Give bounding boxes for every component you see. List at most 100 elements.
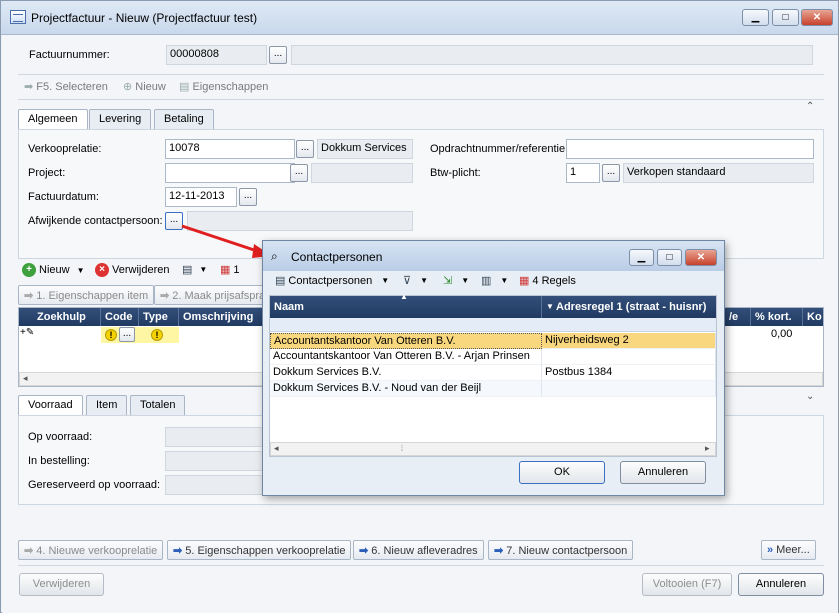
factuur-description-field [291,45,813,65]
step-new-relation-button[interactable]: ➡ 4. Nieuwe verkooprelatie [18,540,164,560]
col-adresregel[interactable]: Adresregel 1 (straat - huisnr) [542,296,716,318]
step-new-delivery-address-button[interactable]: ➡ 6. Nieuw afleveradres [353,540,484,560]
tab-totalen[interactable]: Totalen [130,395,186,415]
warning-icon: ! [105,329,117,341]
contact-row[interactable]: Dokkum Services B.V. - Noud van der Beij… [270,381,716,397]
contacts-grid-header: Naam ▲ Adresregel 1 (straat - huisnr) ▼ [270,292,716,318]
column-dropdown-icon[interactable]: ▼ [546,302,554,311]
lines-delete-button[interactable]: × Verwijderen [95,263,169,277]
delete-button[interactable]: Verwijderen [19,573,104,596]
dropdown-arrow-icon: ▼ [420,276,428,285]
btw-label: Btw-plicht: [430,167,481,179]
contact-address-cell [542,381,716,397]
tab-voorraad[interactable]: Voorraad [18,395,83,416]
maximize-button[interactable]: □ [772,9,799,26]
op-voorraad-label: Op voorraad: [28,431,93,443]
project-input[interactable] [165,163,295,183]
tab-betaling[interactable]: Betaling [154,109,214,129]
contact-row[interactable]: Accountantskantoor Van Otteren B.V. Nijv… [270,333,716,349]
new-button-disabled[interactable]: ⊕ Nieuw [123,80,166,93]
contacts-horizontal-scrollbar[interactable]: ◂ ⦙ ▸ [270,442,716,456]
in-bestelling-label: In bestelling: [28,455,90,467]
factuurnummer-lookup-button[interactable]: ... [269,46,287,64]
arrow-right-icon: ➡ [160,290,170,302]
type-cell[interactable]: ! [139,327,179,343]
btw-lookup-button[interactable]: ... [602,164,620,182]
invoice-app-icon [10,10,26,24]
factuurnummer-field[interactable]: 00000808 [166,45,267,65]
dialog-contacts-button[interactable]: ▤ Contactpersonen ▼ [275,274,390,288]
properties-button[interactable]: ▤ Eigenschappen [179,80,268,93]
collapse-up-icon[interactable]: ⌃ [806,101,814,112]
verkooprelatie-input[interactable]: 10078 [165,139,295,159]
filter-row[interactable] [270,318,716,332]
dialog-close-button[interactable]: ✕ [685,249,717,266]
dialog-filter-button[interactable]: ⊽ ▼ [403,274,428,287]
scroll-thumb-icon[interactable]: ⦙ [401,443,403,454]
opdracht-label: Opdrachtnummer/referentie: [430,143,569,155]
dropdown-arrow-icon: ▼ [381,276,390,285]
factuurdatum-picker-button[interactable]: ... [239,188,257,206]
select-label: F5. Selecteren [36,81,108,93]
code-lookup-button[interactable]: ... [119,327,135,342]
select-button[interactable]: ➡ F5. Selecteren [24,80,108,93]
col-code[interactable]: Code [101,308,139,326]
col-discount[interactable]: % kort. [751,308,803,326]
verkooprelatie-lookup-button[interactable]: ... [296,140,314,158]
close-button[interactable]: ✕ [801,9,833,26]
complete-button[interactable]: Voltooien (F7) [642,573,732,596]
arrow-right-icon: ➡ [359,545,369,557]
dialog-columns-button[interactable]: ▥ ▼ [481,274,508,287]
cancel-button[interactable]: Annuleren [738,573,824,596]
contact-address-cell: Nijverheidsweg 2 [542,333,716,349]
step-properties-item-button[interactable]: ➡ 1. Eigenschappen item [18,285,155,305]
properties-label: Eigenschappen [192,81,269,93]
dialog-title-bar[interactable]: ⌕ Contactpersonen ▁ □ ✕ [263,241,724,271]
dialog-cancel-button[interactable]: Annuleren [620,461,706,484]
separator [18,565,824,566]
tab-item[interactable]: Item [86,395,128,415]
dialog-minimize-button[interactable]: ▁ [629,249,654,266]
verkooprelatie-name: Dokkum Services [317,139,413,159]
title-bar[interactable]: Projectfactuur - Nieuw (Projectfactuur t… [1,1,838,35]
col-omschrijving[interactable]: Omschrijving [179,308,265,326]
dialog-maximize-button[interactable]: □ [657,249,682,266]
col-type[interactable]: Type [139,308,179,326]
collapse-down-icon[interactable]: ⌄ [806,391,814,402]
gereserveerd-label: Gereserveerd op voorraad: [28,479,161,491]
step-new-contact-button[interactable]: ➡ 7. Nieuw contactpersoon [488,540,634,560]
delete-x-icon: × [95,263,109,277]
col-ko[interactable]: Ko [803,308,823,326]
sort-ascending-icon: ▲ [400,292,408,301]
step-relation-properties-button[interactable]: ➡ 5. Eigenschappen verkooprelatie [167,540,352,560]
opdracht-input[interactable] [566,139,814,159]
lines-new-button[interactable]: + Nieuw ▼ [22,263,85,277]
dialog-export-button[interactable]: ⇲ ▼ [443,274,469,287]
dropdown-arrow-icon: ▼ [461,276,470,285]
edit-pencil-icon: +✎ [20,327,35,338]
minimize-button[interactable]: ▁ [742,9,769,26]
scroll-left-icon[interactable]: ◂ [274,443,279,454]
more-button[interactable]: » Meer... [761,540,816,560]
col-price-unit[interactable]: /e [725,308,751,326]
s7-label: 7. Nieuw contactpersoon [506,545,628,557]
factuurdatum-label: Factuurdatum: [28,191,99,203]
btw-input[interactable]: 1 [566,163,600,183]
scroll-left-icon[interactable]: ◂ [23,373,28,384]
dropdown-arrow-icon: ▼ [76,265,85,275]
scroll-right-icon[interactable]: ▸ [705,443,710,454]
properties-icon: ▤ [179,81,190,93]
tab-algemeen[interactable]: Algemeen [18,109,88,130]
col-zoekhulp[interactable]: Zoekhulp [33,308,101,326]
dialog-ok-button[interactable]: OK [519,461,605,484]
btw-name: Verkopen standaard [623,163,814,183]
step-price-agreement-button[interactable]: ➡ 2. Maak prijsafspra [154,285,272,305]
discount-cell[interactable]: 0,00 [771,328,792,340]
s5-label: 5. Eigenschappen verkooprelatie [185,545,346,557]
code-cell[interactable]: ! ... [101,327,139,343]
project-lookup-button[interactable]: ... [290,164,308,182]
factuurdatum-input[interactable]: 12-11-2013 [165,187,237,207]
contact-row[interactable]: Accountantskantoor Van Otteren B.V. - Ar… [270,349,716,365]
tab-levering[interactable]: Levering [89,109,152,129]
contact-row[interactable]: Dokkum Services B.V. Postbus 1384 [270,365,716,381]
